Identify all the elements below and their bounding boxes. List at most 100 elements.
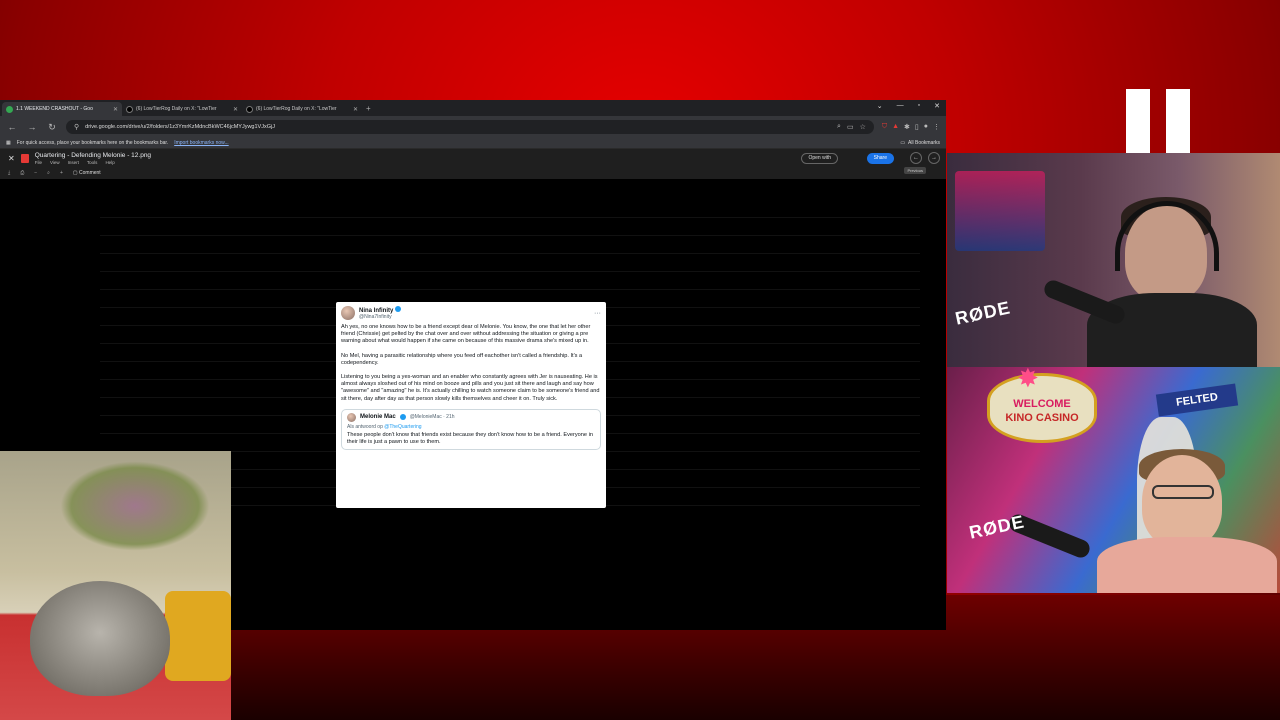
verified-badge-icon — [395, 306, 402, 312]
address-bar[interactable]: ⚲ drive.google.com/drive/u/2/folders/1z3… — [66, 120, 874, 134]
tweet-body: Ah yes, no one knows how to be a friend … — [341, 324, 601, 403]
zoom-in-icon[interactable]: + — [60, 170, 63, 176]
casino-text: KINO CASINO — [1005, 412, 1079, 424]
felted-sign: FELTED — [1155, 383, 1239, 417]
comment-button[interactable]: ▢ Comment — [73, 170, 101, 176]
guest-body — [1097, 537, 1277, 593]
verified-badge-icon — [399, 414, 406, 421]
tab-label: (6) LowTierRog Daily on X: "LowTier — [136, 106, 217, 112]
webcam-host: RØDE — [947, 153, 1280, 367]
prev-next-controls: ← → — [910, 152, 940, 164]
extensions-area: ⛉ ▲ ✱ ▯ ● ⋮ — [882, 123, 940, 131]
tweet-author: Nina Infinity — [359, 306, 402, 314]
reload-icon[interactable]: ↻ — [46, 122, 58, 133]
restore-icon[interactable]: ▫ — [918, 102, 920, 110]
more-options-icon: ··· — [594, 309, 601, 317]
glasses-icon — [1152, 485, 1214, 499]
close-viewer-icon[interactable]: ✕ — [8, 154, 15, 163]
file-info: Quartering - Defending Melonie - 12.png … — [35, 152, 151, 165]
cast-icon[interactable]: ▭ — [847, 123, 854, 131]
apps-grid-icon[interactable]: ▦ — [6, 140, 11, 146]
viewer-subtoolbar: ⤓ ⎙ − ⌕ + ▢ Comment — [0, 167, 946, 179]
previous-icon[interactable]: ← — [910, 152, 922, 164]
star-icon: ✸ — [1017, 367, 1039, 393]
mic-brand-label: RØDE — [953, 297, 1013, 329]
tapestry-background — [60, 461, 210, 551]
bookmark-star-icon[interactable]: ☆ — [860, 123, 866, 131]
forward-icon[interactable]: → — [26, 122, 38, 132]
bookmarks-bar: ▦ For quick access, place your bookmarks… — [0, 138, 946, 149]
reply-prefix: Als antwoord op — [347, 423, 383, 430]
avatar — [347, 412, 356, 422]
zoom-reset-icon[interactable]: ⌕ — [47, 170, 50, 176]
drive-icon — [6, 105, 13, 113]
pause-icon — [1126, 89, 1190, 153]
back-icon[interactable]: ← — [6, 122, 18, 132]
all-bookmarks-button[interactable]: ▭ All Bookmarks — [900, 140, 940, 146]
quote-text: These people don't know that friends exi… — [347, 431, 593, 446]
file-viewer-header: ✕ Quartering - Defending Melonie - 12.pn… — [0, 149, 946, 174]
window-controls: ⌄ — ▫ ✕ — [877, 102, 940, 110]
previous-tooltip: Previous — [904, 167, 926, 174]
quoted-tweet: Melonie Mac @MelonieMac · 21h Als antwoo… — [341, 408, 601, 451]
reply-to-handle: @TheQuartering — [384, 423, 422, 430]
menu-kebab-icon[interactable]: ⋮ — [933, 123, 940, 131]
tab-label: 1.1 WEEKEND CRASHOUT - Goo — [16, 106, 93, 112]
close-tab-icon[interactable]: ✕ — [233, 106, 238, 113]
menu-view[interactable]: View — [50, 160, 60, 165]
menu-help[interactable]: Help — [105, 160, 114, 165]
viewer-menu: File View Insert Tools Help — [35, 160, 151, 165]
tab-label: (6) LowTierRog Daily on X: "LowTier — [256, 106, 337, 112]
open-with-button[interactable]: Open with — [801, 153, 838, 164]
x-icon — [246, 105, 253, 113]
arcade-background — [955, 171, 1045, 251]
close-window-icon[interactable]: ✕ — [934, 102, 940, 110]
yellow-pillow — [165, 591, 231, 681]
comment-label: Comment — [79, 170, 101, 176]
site-info-icon[interactable]: ⚲ — [74, 123, 79, 131]
cat-cam — [0, 451, 231, 720]
new-tab-icon[interactable]: + — [366, 102, 371, 116]
tab-search-icon[interactable]: ⌄ — [877, 102, 883, 110]
next-icon[interactable]: → — [928, 152, 940, 164]
download-icon[interactable]: ⤓ — [8, 170, 10, 176]
bookmarks-prompt: For quick access, place your bookmarks h… — [16, 140, 169, 146]
extensions-puzzle-icon[interactable]: ✱ — [904, 123, 910, 131]
x-icon — [126, 105, 133, 113]
import-bookmarks-link[interactable]: Import bookmarks now... — [174, 140, 228, 146]
close-tab-icon[interactable]: ✕ — [353, 106, 358, 113]
alert-extension-icon[interactable]: ▲ — [892, 123, 899, 131]
guest-face — [1142, 455, 1222, 547]
print-icon[interactable]: ⎙ — [20, 170, 24, 176]
image-file-icon — [20, 153, 29, 163]
menu-tools[interactable]: Tools — [87, 160, 98, 165]
quote-header: Melonie Mac @MelonieMac · 21h — [347, 412, 595, 422]
url-text: drive.google.com/drive/u/2/folders/1z3Ym… — [85, 124, 275, 130]
all-bookmarks-label: All Bookmarks — [908, 140, 940, 146]
sidepanel-icon[interactable]: ▯ — [915, 123, 919, 131]
casino-sign: WELCOME KINO CASINO — [987, 373, 1097, 443]
sleeping-cat — [30, 581, 170, 696]
zoom-icon[interactable]: ⌕ — [837, 123, 841, 131]
tab-drive[interactable]: 1.1 WEEKEND CRASHOUT - Goo ✕ — [2, 102, 122, 116]
minimize-icon[interactable]: — — [897, 102, 904, 110]
tweet-paragraph: Listening to you being a yes-woman and a… — [341, 374, 600, 402]
tweet-paragraph: No Mel, having a parasitic relationship … — [341, 352, 583, 366]
zoom-out-icon[interactable]: − — [34, 170, 37, 176]
menu-file[interactable]: File — [35, 160, 42, 165]
menu-insert[interactable]: Insert — [68, 160, 79, 165]
tab-x-1[interactable]: (6) LowTierRog Daily on X: "LowTier ✕ — [122, 102, 242, 116]
tweet-author-block: Nina Infinity @Nina7Infinity — [359, 306, 402, 320]
tweet-header: Nina Infinity @Nina7Infinity ··· — [341, 306, 601, 320]
close-tab-icon[interactable]: ✕ — [113, 106, 118, 113]
share-button[interactable]: Share — [866, 153, 894, 164]
profile-icon[interactable]: ● — [924, 123, 928, 131]
quote-handle: @MelonieMac · 21h — [409, 414, 455, 421]
tab-x-2[interactable]: (6) LowTierRog Daily on X: "LowTier ✕ — [242, 102, 362, 116]
shield-extension-icon[interactable]: ⛉ — [882, 123, 887, 131]
mic-brand-label: RØDE — [967, 511, 1027, 543]
tweet-handle: @Nina7Infinity — [359, 314, 392, 320]
tweet-screenshot: Nina Infinity @Nina7Infinity ··· Ah yes,… — [336, 302, 606, 508]
welcome-text: WELCOME — [1013, 398, 1071, 410]
browser-toolbar: ← → ↻ ⚲ drive.google.com/drive/u/2/folde… — [0, 116, 946, 138]
